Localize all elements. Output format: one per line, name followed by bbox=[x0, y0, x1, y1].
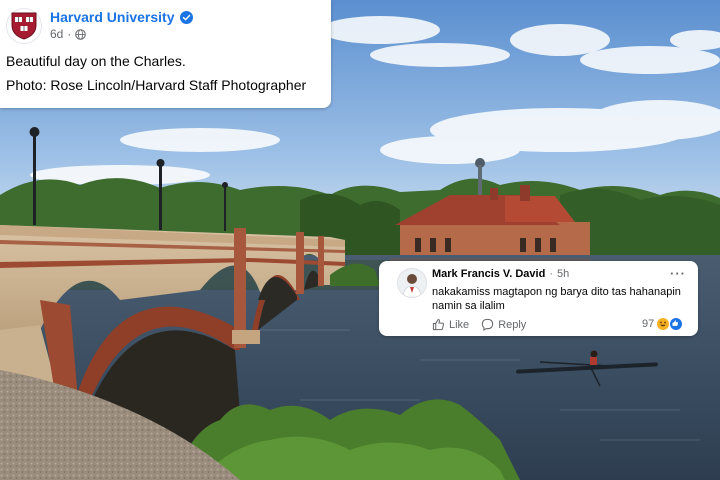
globe-icon[interactable] bbox=[75, 28, 87, 40]
like-reaction-icon bbox=[669, 317, 684, 331]
like-label: Like bbox=[449, 318, 470, 331]
post-caption-line-1: Beautiful day on the Charles. bbox=[6, 53, 186, 69]
harvard-shield-icon[interactable] bbox=[6, 8, 42, 44]
person-avatar-icon bbox=[398, 269, 426, 297]
like-button[interactable]: Like bbox=[432, 318, 469, 331]
reaction-summary[interactable]: 97 bbox=[642, 317, 684, 331]
post-meta: 6d · bbox=[50, 27, 87, 41]
reply-label: Reply bbox=[498, 318, 527, 331]
more-options-icon[interactable]: ··· bbox=[670, 266, 686, 281]
comment-author[interactable]: Mark Francis V. David bbox=[432, 268, 545, 280]
post-author-name[interactable]: Harvard University bbox=[50, 9, 175, 25]
thumbs-up-icon bbox=[432, 319, 444, 331]
comment-timestamp[interactable]: 5h bbox=[557, 268, 569, 280]
comment-separator: · bbox=[549, 268, 553, 280]
verified-badge-icon bbox=[179, 10, 193, 24]
post-timestamp[interactable]: 6d bbox=[50, 27, 63, 41]
haha-reaction-icon bbox=[657, 318, 670, 330]
meta-separator: · bbox=[67, 27, 72, 41]
post-card: Harvard University 6d · Beautiful day on… bbox=[0, 0, 331, 108]
avatar[interactable] bbox=[397, 268, 427, 298]
harvard-shield-icon-graphic bbox=[11, 12, 37, 40]
post-caption-line-2: Photo: Rose Lincoln/Harvard Staff Photog… bbox=[6, 77, 307, 93]
reply-button[interactable]: Reply bbox=[481, 318, 526, 331]
reaction-count: 97 bbox=[642, 318, 655, 330]
reply-icon bbox=[482, 318, 494, 331]
comment-card: Mark Francis V. David · 5h ··· nakakamis… bbox=[379, 261, 698, 336]
post-author-row: Harvard University bbox=[50, 9, 193, 25]
comment-text: nakakamiss magtapon ng barya dito tas ha… bbox=[432, 286, 681, 312]
comment-actions: Like Reply bbox=[432, 318, 526, 331]
comment-header: Mark Francis V. David · 5h bbox=[432, 268, 569, 280]
